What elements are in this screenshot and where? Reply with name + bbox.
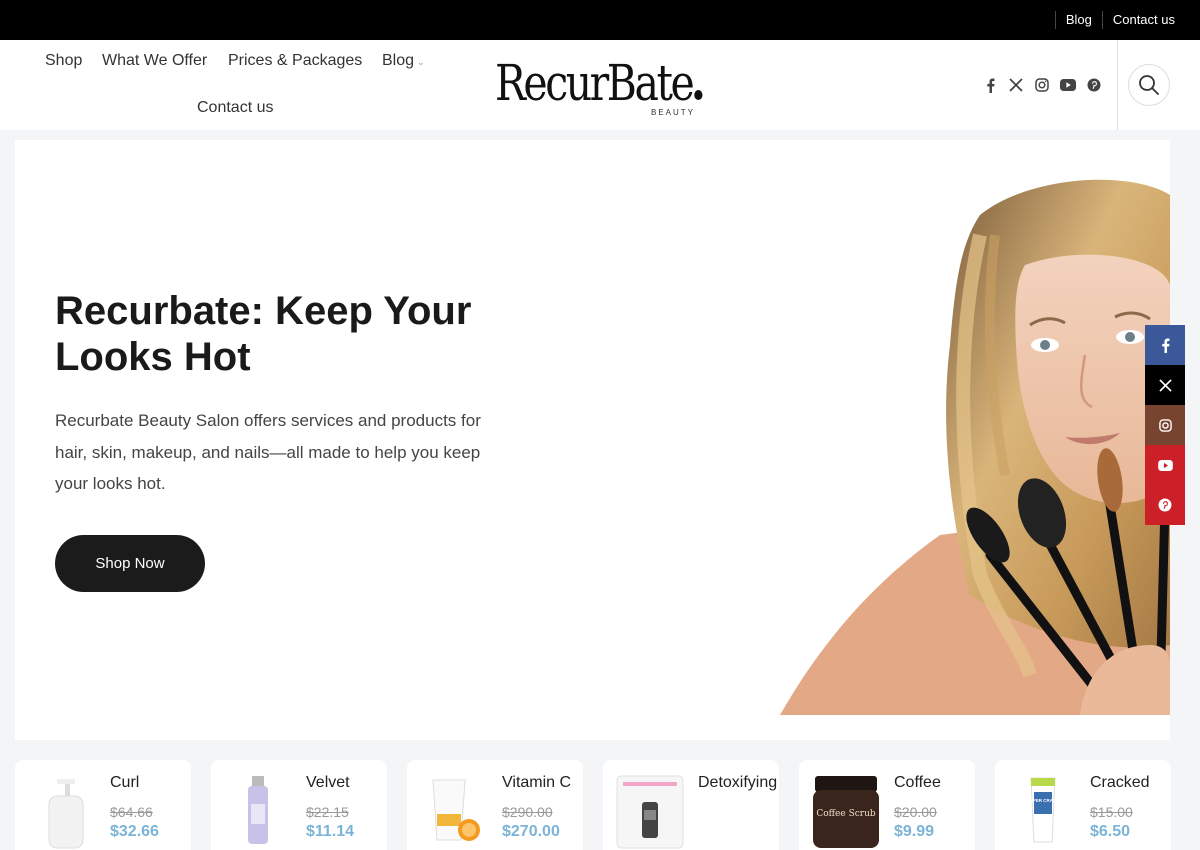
hero-text: Recurbate Beauty Salon offers services a… xyxy=(55,411,481,493)
product-sale-price: $6.50 xyxy=(1090,823,1131,840)
product-image-vitamin-c xyxy=(432,779,480,841)
facebook-icon xyxy=(1161,338,1169,353)
product-name: Vitamin C xyxy=(502,774,572,791)
product-name: Velvet xyxy=(306,774,350,791)
x-icon[interactable] xyxy=(1006,75,1026,95)
cracked-tube-label: SUPER CRACK xyxy=(1026,798,1060,803)
floating-social-bar xyxy=(1145,325,1185,525)
header-divider xyxy=(1117,40,1118,130)
product-card[interactable]: Vitamin C $290.00 $270.00 xyxy=(407,760,583,850)
side-instagram-button[interactable] xyxy=(1145,405,1185,445)
hero-banner: Recurbate: Keep Your Looks Hot Recurbate… xyxy=(15,140,1170,740)
product-name: Coffee xyxy=(894,774,941,791)
product-image-detoxifying xyxy=(616,775,684,849)
side-youtube-button[interactable] xyxy=(1145,445,1185,485)
product-card[interactable]: Detoxifying xyxy=(603,760,779,850)
main-nav: Shop What We Offer Prices & Packages Blo… xyxy=(35,40,455,130)
product-old-price: $64.66 xyxy=(110,804,153,820)
top-bar: Blog Contact us xyxy=(0,0,1200,40)
x-icon xyxy=(1158,378,1172,392)
nav-blog[interactable]: Blog ⌄ xyxy=(382,52,425,70)
product-image-curl xyxy=(48,779,84,849)
youtube-icon xyxy=(1157,459,1173,471)
side-pinterest-button[interactable] xyxy=(1145,485,1185,525)
product-sale-price: $32.66 xyxy=(110,823,159,840)
product-image-cracked: SUPER CRACK xyxy=(1026,777,1060,843)
nav-prices-packages[interactable]: Prices & Packages xyxy=(228,52,362,70)
product-old-price: $290.00 xyxy=(502,804,553,820)
product-name: Curl xyxy=(110,774,140,791)
search-button[interactable] xyxy=(1128,64,1170,106)
nav-blog-label: Blog xyxy=(382,52,415,69)
instagram-icon[interactable] xyxy=(1032,75,1052,95)
facebook-icon[interactable] xyxy=(980,75,1000,95)
search-icon xyxy=(1139,75,1159,95)
product-image-velvet xyxy=(248,776,268,844)
nav-what-we-offer[interactable]: What We Offer xyxy=(102,52,207,70)
product-name: Cracked xyxy=(1090,774,1150,791)
logo-dot xyxy=(693,90,703,100)
logo-sub: BEAUTY xyxy=(650,108,695,117)
hero-title: Recurbate: Keep Your Looks Hot xyxy=(55,289,472,379)
header-social xyxy=(980,40,1104,130)
product-name: Detoxifying xyxy=(698,774,778,791)
instagram-icon xyxy=(1158,418,1172,432)
side-x-button[interactable] xyxy=(1145,365,1185,405)
pinterest-icon xyxy=(1158,498,1172,512)
product-card[interactable]: Velvet $22.15 $11.14 xyxy=(211,760,387,850)
side-facebook-button[interactable] xyxy=(1145,325,1185,365)
logo-text: RecurBate xyxy=(495,54,695,112)
top-link-contact[interactable]: Contact us xyxy=(1101,11,1185,29)
nav-contact-us[interactable]: Contact us xyxy=(197,99,273,117)
product-old-price: $22.15 xyxy=(306,804,349,820)
product-strip: Curl $64.66 $32.66 Velvet $22.15 $11.14 … xyxy=(15,760,1185,850)
product-old-price: $15.00 xyxy=(1090,804,1133,820)
product-card[interactable]: Coffee Scrub Coffee $20.00 $9.99 xyxy=(799,760,975,850)
site-logo[interactable]: RecurBate BEAUTY xyxy=(493,50,703,120)
product-card[interactable]: SUPER CRACK Cracked $15.00 $6.50 xyxy=(995,760,1171,850)
youtube-icon[interactable] xyxy=(1058,75,1078,95)
product-card[interactable]: Curl $64.66 $32.66 xyxy=(15,760,191,850)
top-link-blog[interactable]: Blog xyxy=(1054,11,1102,29)
top-links: Blog Contact us xyxy=(1054,0,1185,40)
pinterest-icon[interactable] xyxy=(1084,75,1104,95)
hero-model-image xyxy=(780,179,1170,715)
nav-shop[interactable]: Shop xyxy=(45,52,82,70)
product-old-price: $20.00 xyxy=(894,804,937,820)
coffee-jar-label: Coffee Scrub xyxy=(816,809,876,819)
shop-now-button[interactable]: Shop Now xyxy=(55,535,205,592)
chevron-down-icon: ⌄ xyxy=(417,57,425,67)
product-sale-price: $9.99 xyxy=(894,823,935,840)
site-header: Shop What We Offer Prices & Packages Blo… xyxy=(0,40,1200,130)
product-sale-price: $270.00 xyxy=(502,823,560,840)
product-sale-price: $11.14 xyxy=(306,823,355,840)
logo-word: RecurBate xyxy=(495,50,703,116)
product-image-coffee: Coffee Scrub xyxy=(813,776,879,848)
